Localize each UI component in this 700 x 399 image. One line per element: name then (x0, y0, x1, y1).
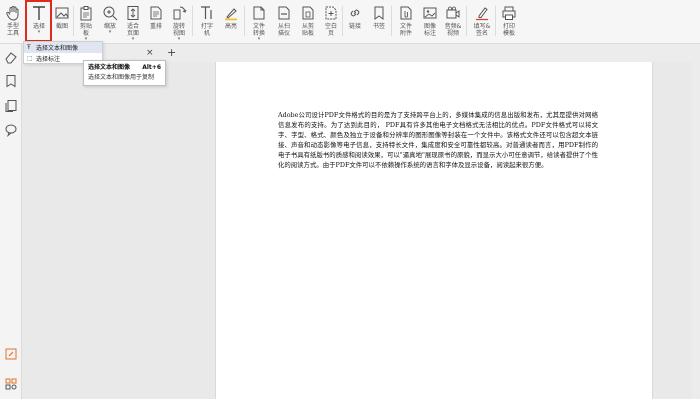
from-clipboard-tool-button[interactable]: 从剪贴板 (296, 2, 320, 42)
settings-panel-icon[interactable] (4, 377, 18, 391)
clipboard-tool-label: 剪贴板 (79, 23, 92, 37)
blank-page-icon (323, 5, 339, 21)
print-template-icon (501, 5, 517, 21)
hand-icon (5, 5, 21, 21)
highlight-tool-button[interactable]: 高亮 (219, 2, 243, 42)
tooltip-shortcut: Alt+6 (142, 64, 161, 71)
scanner-icon (276, 5, 292, 21)
from-clipboard-tool-label: 从剪贴板 (301, 23, 314, 37)
close-tab-icon[interactable]: × (146, 48, 154, 58)
audio-video-tool-button[interactable]: 音频&视频 (441, 2, 465, 42)
clipboard-icon (78, 5, 94, 21)
hand-tool-label: 手型工具 (6, 23, 19, 37)
tooltip-title: 选择文本和图像 (88, 64, 131, 71)
bookmark-icon (371, 5, 387, 21)
fit-page-tool-label: 适合页面 (126, 23, 139, 37)
audio-video-icon (445, 5, 461, 21)
tooltip-description: 选择文本和图像用于复制 (88, 74, 155, 81)
document-viewport[interactable]: Adobe公司设计PDF文件格式的目的是为了支持跨平台上的，多媒体集成的信息出版… (22, 62, 700, 399)
bookmark-panel-icon[interactable] (4, 74, 18, 88)
link-tool-button[interactable]: 链接 (343, 2, 367, 42)
select-tool-highlight-box (25, 0, 52, 42)
from-scanner-tool-label: 从扫描仪 (277, 23, 290, 37)
blank-page-tool-label: 空白页 (324, 23, 337, 37)
fill-sign-tool-label: 填写&签名 (473, 23, 491, 37)
file-convert-tool-label: 文件转换 (252, 23, 265, 37)
rotate-view-tool-button[interactable]: 旋转视图 ▾ (167, 2, 191, 42)
select-text-tooltip: 选择文本和图像 Alt+6 选择文本和图像用于复制 (83, 60, 166, 86)
from-clipboard-icon (300, 5, 316, 21)
from-scanner-tool-button[interactable]: 从扫描仪 (272, 2, 296, 42)
ribbon-toolbar: 手型工具 选择 ▾ 截图 剪贴板 ▾ 缩放 ▾ 适合页面 ▾ 重排 旋转视图 ▾… (0, 0, 700, 44)
image-annotation-icon (422, 5, 438, 21)
chevron-down-icon: ▾ (257, 36, 261, 42)
image-annotation-tool-button[interactable]: 图像标注 (418, 2, 442, 42)
comments-panel-icon[interactable] (4, 123, 18, 137)
pages-panel-icon[interactable] (4, 99, 18, 113)
toolbar-divider (466, 6, 467, 36)
attachment-icon (398, 5, 414, 21)
typewriter-icon (199, 5, 215, 21)
eraser-icon[interactable] (4, 50, 18, 64)
fit-page-icon (125, 5, 141, 21)
link-tool-label: 链接 (348, 23, 361, 30)
menu-item-label: 选择标注 (36, 56, 61, 63)
file-attachment-tool-label: 文件附件 (399, 23, 412, 37)
print-template-tool-label: 打印模板 (502, 23, 515, 37)
highlight-tool-label: 高亮 (224, 23, 237, 30)
screenshot-tool-button[interactable]: 截图 (50, 2, 74, 42)
toolbar-divider (192, 6, 193, 36)
signature-panel-icon[interactable] (4, 347, 18, 361)
typewriter-tool-button[interactable]: 打字机 (195, 2, 219, 42)
toolbar-divider (244, 6, 245, 36)
pdf-page[interactable]: Adobe公司设计PDF文件格式的目的是为了支持跨平台上的，多媒体集成的信息出版… (215, 62, 653, 399)
chevron-down-icon: ▾ (177, 36, 181, 42)
typewriter-tool-label: 打字机 (200, 23, 213, 37)
left-sidebar (0, 44, 22, 399)
annotation-select-icon: ⬚ (27, 55, 33, 62)
zoom-tool-button[interactable]: 缩放 ▾ (98, 2, 122, 42)
page-paragraph[interactable]: Adobe公司设计PDF文件格式的目的是为了支持跨平台上的，多媒体集成的信息出版… (278, 110, 598, 170)
screenshot-icon (54, 5, 70, 21)
bookmark-tool-button[interactable]: 书签 (367, 2, 391, 42)
audio-video-tool-label: 音频&视频 (444, 23, 462, 37)
zoom-icon (102, 5, 118, 21)
clipboard-tool-button[interactable]: 剪贴板 ▾ (74, 2, 98, 42)
reflow-tool-button[interactable]: 重排 (144, 2, 168, 42)
chevron-down-icon: ▾ (108, 29, 112, 35)
reflow-icon (148, 5, 164, 21)
print-template-tool-button[interactable]: 打印模板 (497, 2, 521, 42)
blank-page-tool-button[interactable]: 空白页 (319, 2, 343, 42)
toolbar-divider (495, 6, 496, 36)
highlight-icon (223, 5, 239, 21)
rotate-icon (171, 5, 187, 21)
menu-item-label: 选择文本和图像 (36, 45, 79, 52)
text-select-icon: Ŧ (27, 44, 31, 51)
file-attachment-tool-button[interactable]: 文件附件 (394, 2, 418, 42)
file-convert-icon (251, 5, 267, 21)
menu-item-select-text-image[interactable]: Ŧ 选择文本和图像 (24, 42, 102, 53)
fit-page-tool-button[interactable]: 适合页面 ▾ (121, 2, 145, 42)
file-convert-tool-button[interactable]: 文件转换 ▾ (247, 2, 271, 42)
bookmark-tool-label: 书签 (372, 23, 385, 30)
chevron-down-icon: ▾ (131, 36, 135, 42)
image-annotation-tool-label: 图像标注 (423, 23, 436, 37)
reflow-tool-label: 重排 (149, 23, 162, 30)
link-icon (347, 5, 363, 21)
toolbar-divider (391, 6, 392, 36)
screenshot-tool-label: 截图 (55, 23, 68, 30)
fill-sign-icon (474, 5, 490, 21)
pdf-editor-window: 手型工具 选择 ▾ 截图 剪贴板 ▾ 缩放 ▾ 适合页面 ▾ 重排 旋转视图 ▾… (0, 0, 700, 399)
vertical-scrollbar[interactable] (692, 62, 700, 399)
hand-tool-button[interactable]: 手型工具 (1, 2, 25, 42)
new-tab-icon[interactable]: + (167, 46, 176, 59)
rotate-view-tool-label: 旋转视图 (172, 23, 185, 37)
fill-sign-tool-button[interactable]: 填写&签名 (470, 2, 494, 42)
